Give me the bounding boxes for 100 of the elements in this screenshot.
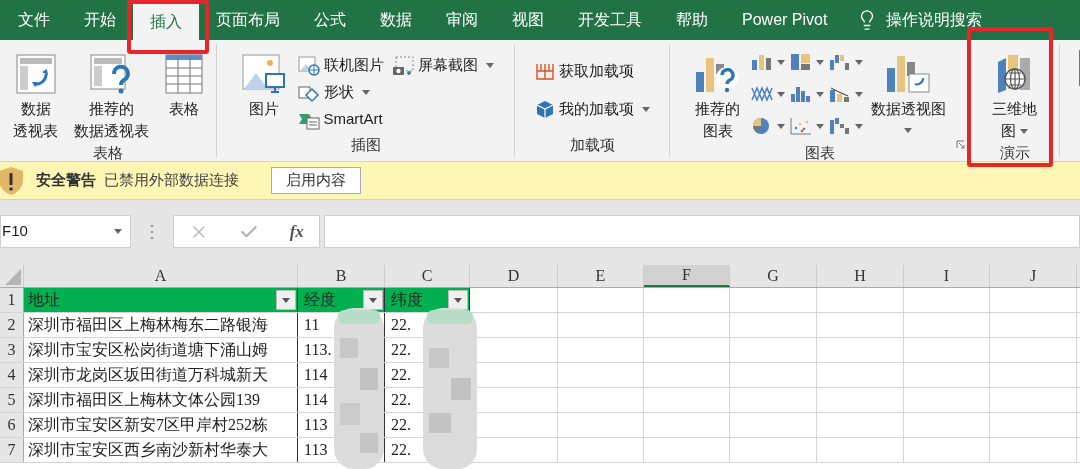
ribbon-tab[interactable]: 开始 (67, 0, 133, 40)
caret-icon (854, 91, 863, 97)
chart-icon (827, 116, 852, 136)
group-title: 插图 (350, 134, 381, 155)
row-header[interactable]: 3 (0, 338, 24, 362)
table-cell-text: 113 (303, 415, 328, 435)
screenshot-icon (391, 55, 414, 76)
table-cell-text: 深圳市福田区上梅林文体公园139 (27, 390, 260, 410)
ribbon-tab[interactable]: 数据 (363, 0, 429, 40)
ribbon-button[interactable]: 数据透视图 (862, 44, 954, 133)
enable-content-button[interactable]: 启用内容 (271, 167, 361, 194)
ribbon-tab[interactable]: 公式 (297, 0, 363, 40)
tell-me-search[interactable]: 操作说明搜索 (886, 8, 983, 32)
table-cell-text: 深圳市福田区上梅林梅东二路银海 (27, 315, 268, 335)
caret-icon (369, 297, 377, 303)
table-icon (165, 54, 203, 94)
caret-icon (815, 59, 824, 65)
caret-icon (454, 297, 462, 303)
column-header[interactable]: H (817, 265, 904, 287)
table-cell-text: 11 (303, 315, 320, 335)
group-title: 表格 (93, 143, 123, 163)
picture-icon (241, 54, 286, 94)
warning-message: 已禁用外部数据连接 (104, 170, 239, 191)
ribbon-tab[interactable]: Power Pivot (725, 0, 845, 40)
caret-icon (776, 91, 785, 97)
chart-icon (788, 84, 813, 104)
table-cell-text: 深圳市宝安区西乡南沙新村华泰大 (27, 440, 268, 460)
row-header[interactable]: 1 (0, 288, 24, 312)
table-cell-text: 113. (303, 340, 332, 360)
column-header[interactable]: F (644, 265, 730, 287)
filter-button[interactable] (276, 290, 296, 310)
add-in-icon (534, 99, 555, 119)
table-cell-text: 22. (390, 390, 411, 410)
table-cell-text: 22. (390, 315, 411, 335)
column-header[interactable]: D (470, 265, 558, 287)
dialog-launcher-icon[interactable] (956, 140, 965, 149)
chart-icon (749, 84, 774, 104)
ribbon-button[interactable]: 获取加载项 (534, 52, 650, 90)
table-cell-text: 深圳市宝安区松岗街道塘下涌山姆 (27, 340, 268, 360)
ribbon-tab[interactable]: 插入 (133, 4, 199, 40)
group-title: 加载项 (569, 134, 615, 155)
caret-icon (854, 59, 863, 65)
chart-icon (749, 52, 774, 72)
pivot-chart-icon (885, 54, 931, 94)
ribbon-tab[interactable]: 视图 (495, 0, 561, 40)
table-cell-text: 113 (303, 440, 328, 460)
ribbon-button[interactable]: 联机图片 (297, 52, 384, 79)
ribbon-button[interactable]: 屏幕截图 (391, 52, 494, 79)
column-header[interactable]: I (904, 265, 990, 287)
name-box[interactable]: F10 (0, 215, 131, 248)
row-header[interactable]: 5 (0, 388, 24, 412)
ribbon-button[interactable]: 推荐的 数据透视表 (66, 44, 157, 142)
row-header[interactable]: 6 (0, 413, 24, 437)
row-header[interactable]: 4 (0, 363, 24, 387)
ribbon-button[interactable]: 我的加载项 (534, 90, 650, 128)
caret-icon (282, 297, 290, 303)
table-cell-text: 深圳市宝安区新安7区甲岸村252栋 (27, 415, 268, 435)
formula-input[interactable] (324, 215, 1080, 248)
column-header[interactable]: C (385, 265, 470, 287)
ribbon-tab[interactable]: 文件 (1, 0, 67, 40)
ribbon-tab[interactable]: 页面布局 (199, 0, 297, 40)
table-cell-text: 114 (303, 390, 328, 410)
ribbon-tab[interactable]: 开发工具 (561, 0, 659, 40)
chart-icon (788, 52, 813, 72)
table-cell-text: 22. (390, 440, 411, 460)
ribbon-button[interactable]: 表格 (157, 44, 211, 120)
caret-icon (776, 59, 785, 65)
ribbon-tab[interactable]: 帮助 (659, 0, 725, 40)
table-cell-text: 114 (303, 365, 328, 385)
ribbon-tab[interactable]: 审阅 (429, 0, 495, 40)
ribbon-button[interactable]: 图片 (233, 44, 294, 120)
shield-warning-icon (0, 165, 24, 196)
caret-icon (854, 123, 863, 129)
row-header[interactable]: 7 (0, 438, 24, 462)
row-header[interactable]: 2 (0, 313, 24, 337)
ribbon-button[interactable]: 数据 透视表 (5, 44, 66, 142)
ribbon-button[interactable]: 推荐的 图表 (685, 44, 750, 142)
table-cell-text: 22. (390, 365, 411, 385)
ribbon-button[interactable]: 形状 (297, 79, 384, 106)
caret-icon (114, 229, 122, 234)
caret-icon (815, 91, 824, 97)
column-header[interactable]: J (990, 265, 1077, 287)
ribbon-button[interactable]: SmartArt (297, 106, 384, 133)
group-title: 图表 (804, 143, 835, 163)
chart-icon (788, 116, 813, 136)
column-header[interactable]: G (730, 265, 817, 287)
drag-handle-icon[interactable] (150, 223, 154, 240)
store-icon (534, 61, 555, 81)
pivot-table-icon (15, 54, 56, 94)
column-title: 经度 (303, 290, 336, 310)
column-header[interactable]: A (24, 265, 298, 287)
group-title: 演示 (999, 143, 1030, 163)
ribbon-button[interactable]: 三维地 图 (984, 44, 1045, 142)
table-cell-text: 22. (390, 340, 411, 360)
column-header[interactable]: B (298, 265, 385, 287)
filter-button[interactable] (448, 290, 468, 310)
caret-icon (776, 123, 785, 129)
insert-function-button[interactable]: fx (289, 218, 304, 245)
table-cell-text: 深圳市龙岗区坂田街道万科城新天 (27, 365, 268, 385)
filter-button[interactable] (363, 290, 383, 310)
